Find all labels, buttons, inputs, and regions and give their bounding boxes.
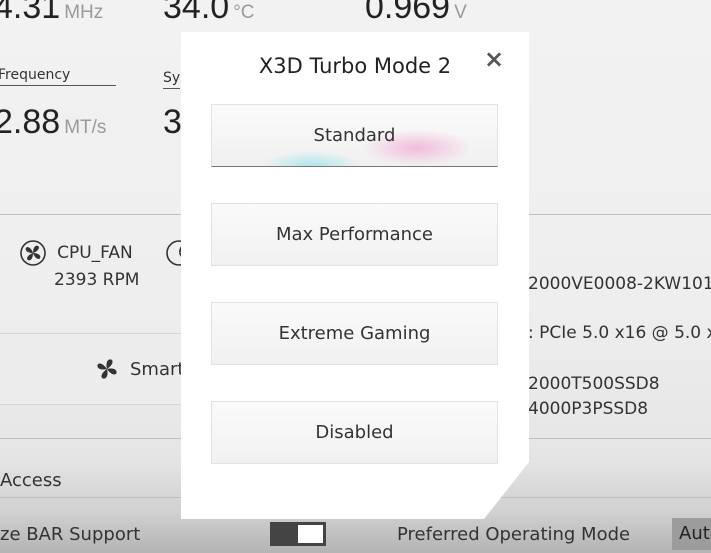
storage-line-3: 2000T500SSD8 — [528, 374, 660, 394]
voltage-readout: 0.969 V — [365, 0, 467, 27]
cpu-fan-rpm: 2393 RPM — [54, 270, 140, 290]
option-max-performance[interactable]: Max Performance — [211, 203, 498, 266]
fan-blade-icon — [94, 356, 120, 386]
sy-value: 3 — [163, 103, 182, 141]
sy-label-wrap: Sy — [163, 67, 181, 89]
temperature-readout: 34.0 °C — [163, 0, 255, 27]
cpu-frequency-readout: 4.31 MHz — [0, 0, 103, 27]
memory-frequency-unit: MT/s — [64, 117, 107, 138]
option-extreme-gaming[interactable]: Extreme Gaming — [211, 302, 498, 365]
memory-frequency-value: 2.88 — [0, 103, 61, 141]
dialog-title: X3D Turbo Mode 2 — [258, 54, 452, 78]
storage-line-2: : PCIe 5.0 x16 @ 5.0 x — [528, 323, 711, 343]
sy-label: Sy — [163, 70, 181, 89]
smart-fan-button[interactable]: Smart — [0, 333, 200, 405]
cpu-fan-item: CPU_FAN — [20, 240, 133, 266]
cpu-fan-name: CPU_FAN — [57, 242, 133, 263]
cpu-frequency-unit: MHz — [64, 2, 104, 23]
temperature-value: 34.0 — [163, 0, 230, 26]
storage-line-4: 4000P3PSSD8 — [528, 399, 649, 419]
fan-icon — [20, 240, 46, 266]
preferred-mode-select[interactable]: Auto — [672, 518, 711, 550]
cpu-frequency-value: 4.31 — [0, 0, 61, 26]
sy-readout: 3 — [163, 103, 182, 142]
temperature-unit: °C — [233, 2, 255, 23]
preferred-mode-label: Preferred Operating Mode — [397, 524, 631, 545]
storage-line-1: 2000VE0008-2KW101 — [528, 274, 711, 294]
resize-bar-toggle[interactable] — [270, 522, 326, 546]
memory-frequency-label-wrap: Frequency — [0, 67, 116, 86]
resize-bar-label: ze BAR Support — [0, 524, 141, 545]
memory-frequency-label: Frequency — [0, 67, 116, 86]
access-label[interactable]: Access — [0, 470, 62, 491]
smart-fan-label: Smart — [130, 359, 185, 380]
close-icon[interactable]: × — [484, 45, 504, 73]
option-standard[interactable]: Standard — [211, 104, 498, 167]
memory-frequency-readout: 2.88 MT/s — [0, 103, 106, 142]
voltage-unit: V — [454, 2, 467, 23]
x3d-turbo-mode-dialog: X3D Turbo Mode 2 × Standard Max Performa… — [181, 32, 529, 519]
voltage-value: 0.969 — [365, 0, 451, 26]
option-disabled[interactable]: Disabled — [211, 401, 498, 464]
toggle-knob — [298, 525, 323, 543]
